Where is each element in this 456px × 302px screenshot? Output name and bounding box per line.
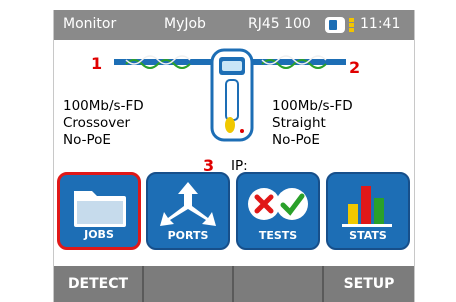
port-label: RJ45 100	[248, 16, 311, 32]
jobs-button[interactable]: JOBS	[57, 172, 141, 250]
device-screen: Monitor MyJob RJ45 100 11:41 1 2 3 100Mb…	[53, 10, 415, 302]
tester-device-icon	[210, 48, 254, 142]
battery-icon	[325, 17, 354, 33]
jobs-label: JOBS	[84, 228, 114, 241]
port-2-wiring: Straight	[272, 115, 326, 131]
softkey-3[interactable]	[234, 266, 324, 302]
softkey-bar: DETECT SETUP	[54, 266, 414, 302]
port-2-info: 100Mb/s-FD Straight No-PoE	[272, 98, 353, 149]
tests-label: TESTS	[258, 229, 298, 242]
softkey-2[interactable]	[144, 266, 234, 302]
app-buttons: JOBS PORTS TESTS STATS	[54, 172, 414, 252]
left-cable-icon	[114, 55, 214, 69]
stats-label: STATS	[349, 229, 387, 242]
ports-label: PORTS	[167, 229, 209, 242]
mode-label: Monitor	[63, 16, 117, 32]
link-diagram: 1 2 3 100Mb/s-FD Crossover No-PoE 100Mb/…	[54, 40, 414, 175]
softkey-detect[interactable]: DETECT	[54, 266, 144, 302]
right-cable-icon	[250, 55, 346, 69]
port-1-info: 100Mb/s-FD Crossover No-PoE	[63, 98, 144, 149]
port-1-poe: No-PoE	[63, 132, 111, 148]
folder-icon	[74, 191, 126, 227]
job-name: MyJob	[164, 16, 206, 32]
port-2-poe: No-PoE	[272, 132, 320, 148]
ports-arrows-icon	[160, 182, 216, 226]
bar-chart-icon	[342, 186, 392, 227]
clock: 11:41	[360, 16, 401, 32]
tests-pass-fail-icon	[248, 188, 308, 220]
port-1-wiring: Crossover	[63, 115, 131, 131]
tests-button[interactable]: TESTS	[236, 172, 320, 250]
port-1-speed: 100Mb/s-FD	[63, 98, 144, 114]
ports-button[interactable]: PORTS	[146, 172, 230, 250]
softkey-setup[interactable]: SETUP	[324, 266, 414, 302]
stats-button[interactable]: STATS	[326, 172, 410, 250]
port-2-speed: 100Mb/s-FD	[272, 98, 353, 114]
status-bar: Monitor MyJob RJ45 100 11:41	[54, 10, 414, 40]
